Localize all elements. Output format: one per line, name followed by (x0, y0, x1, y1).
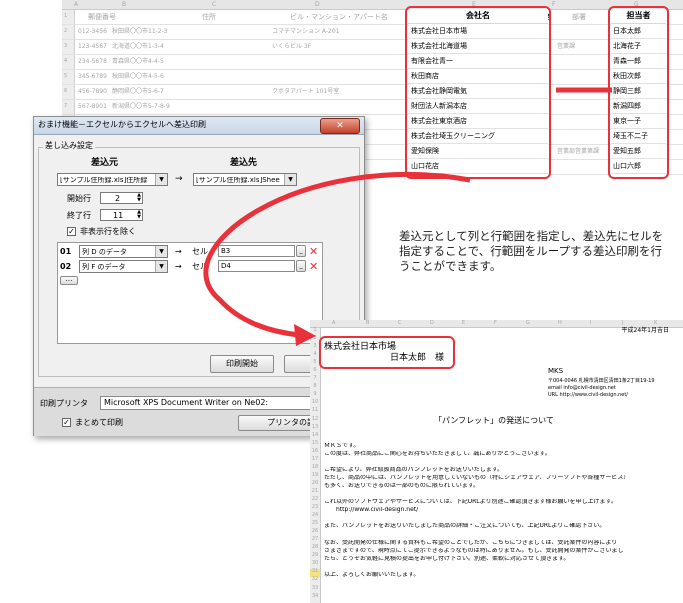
flow-arrows (203, 87, 612, 346)
arrow-head-icon (294, 324, 316, 346)
data-flow-arrow (203, 172, 471, 338)
